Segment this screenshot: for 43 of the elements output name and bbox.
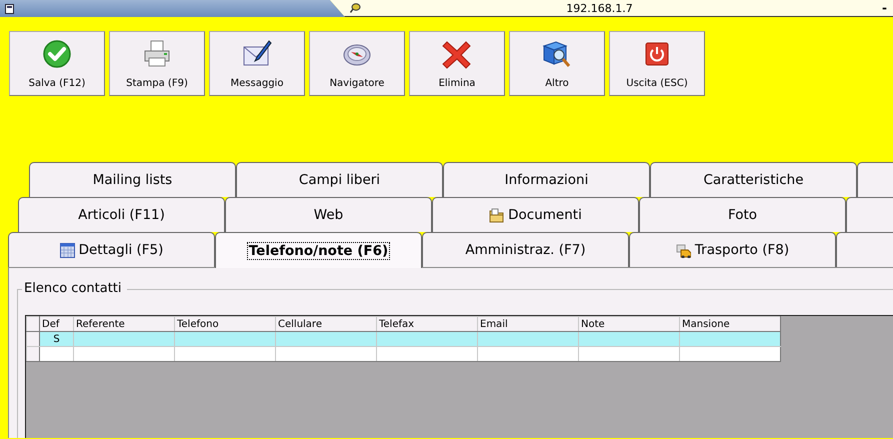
- toolbar-button[interactable]: Salva (F12): [9, 31, 105, 96]
- column-header: Def: [40, 316, 74, 332]
- tab[interactable]: Articoli (F11): [18, 197, 225, 232]
- table-cell: S: [40, 332, 74, 346]
- tab[interactable]: Web: [225, 197, 432, 232]
- column-header: Email: [478, 316, 578, 332]
- tab[interactable]: [846, 197, 893, 232]
- window-title: 192.168.1.7: [566, 2, 633, 14]
- toolbar-button[interactable]: Uscita (ESC): [609, 31, 705, 96]
- column-header: Telefono: [174, 316, 276, 332]
- tab[interactable]: Mailing lists: [29, 162, 236, 197]
- toolbar-button[interactable]: Altro: [509, 31, 605, 96]
- table-row[interactable]: S: [26, 332, 780, 346]
- tab[interactable]: Dettagli (F5): [8, 232, 215, 267]
- tab[interactable]: Informazioni: [443, 162, 650, 197]
- table-row[interactable]: [26, 346, 780, 362]
- check-icon: [41, 38, 73, 70]
- column-header: Cellulare: [276, 316, 376, 332]
- tab[interactable]: Foto: [639, 197, 846, 232]
- tab[interactable]: [836, 232, 893, 267]
- tab[interactable]: Caratteristiche: [650, 162, 857, 197]
- tab[interactable]: Amministraz. (F7): [422, 232, 629, 267]
- tab[interactable]: [857, 162, 893, 197]
- toolbar-button[interactable]: Messaggio: [209, 31, 305, 96]
- column-header: Referente: [74, 316, 174, 332]
- folder-icon: [489, 208, 504, 222]
- row-indicator: [26, 346, 40, 362]
- toolbar-button[interactable]: Stampa (F9): [109, 31, 205, 96]
- column-header: Note: [578, 316, 680, 332]
- calendar-icon: [60, 242, 75, 258]
- minimize-button[interactable]: -: [878, 1, 893, 15]
- row-indicator: [26, 316, 40, 332]
- tab[interactable]: Telefono/note (F6): [215, 232, 422, 268]
- row-indicator: [26, 332, 40, 346]
- tab[interactable]: Trasporto (F8): [629, 232, 836, 267]
- column-header: Mansione: [680, 316, 780, 332]
- tab[interactable]: Campi liberi: [236, 162, 443, 197]
- toolbar-button[interactable]: Elimina: [409, 31, 505, 96]
- column-header: Telefax: [376, 316, 478, 332]
- toolbar-button[interactable]: Navigatore: [309, 31, 405, 96]
- tab[interactable]: Documenti: [432, 197, 639, 232]
- truck-icon: [676, 242, 691, 258]
- window-icon: [5, 4, 14, 14]
